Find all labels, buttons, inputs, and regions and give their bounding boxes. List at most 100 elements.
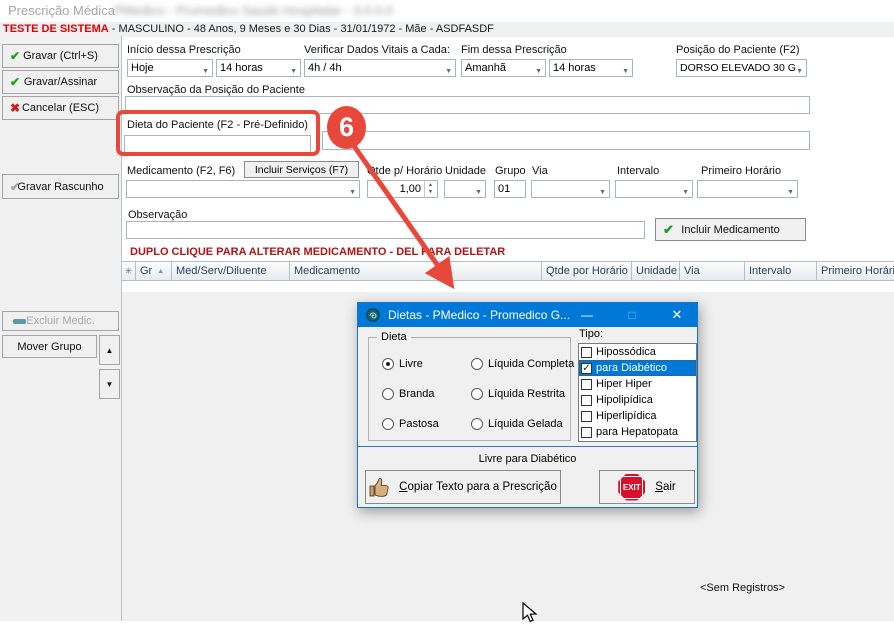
grid-marker-column-header[interactable]: ✳: [122, 262, 136, 280]
grid-column-medicamento[interactable]: Medicamento: [290, 262, 542, 280]
page-title: Prescrição Médica: [8, 3, 115, 18]
exit-button[interactable]: EXIT Sair: [599, 470, 695, 504]
type-list-label: Tipo:: [579, 328, 603, 340]
radio-liquida-restrita[interactable]: Líquida Restrita: [471, 387, 565, 401]
patient-diet-label: Dieta do Paciente (F2 - Pré-Definido): [127, 119, 308, 131]
asterisk-icon: ✳: [125, 266, 133, 277]
end-day-value: Amanhã: [465, 62, 506, 74]
patient-position-select[interactable]: DORSO ELEVADO 30 G ▼: [676, 59, 807, 77]
stepper-arrows[interactable]: ▲▼: [424, 181, 436, 197]
medication-label: Medicamento (F2, F6): [127, 165, 235, 177]
interval-select[interactable]: ▼: [615, 180, 693, 198]
radio-button-icon: [382, 358, 394, 370]
column-label: Qtde por Horário: [546, 265, 628, 277]
save-draft-button-label: Gravar Rascunho: [17, 181, 103, 193]
chevron-down-icon: ▼: [475, 185, 482, 198]
move-group-button[interactable]: Mover Grupo: [2, 335, 97, 358]
minimize-button[interactable]: —: [572, 303, 602, 327]
chevron-down-icon: ▼: [599, 185, 606, 198]
move-up-button[interactable]: ▲: [99, 335, 120, 365]
include-medication-button[interactable]: ✔ Incluir Medicamento: [655, 218, 806, 241]
save-button[interactable]: ✔ Gravar (Ctrl+S): [2, 44, 119, 68]
dialog-separator: [358, 446, 697, 447]
group-label: Grupo: [495, 165, 526, 177]
chevron-down-icon: ▼: [622, 64, 629, 77]
start-day-select[interactable]: Hoje ▼: [127, 59, 213, 77]
medication-select[interactable]: ▼: [126, 180, 360, 198]
cancel-button[interactable]: ✖ Cancelar (ESC): [2, 96, 119, 120]
end-day-select[interactable]: Amanhã ▼: [461, 59, 546, 77]
patient-diet-description-input[interactable]: [322, 131, 810, 150]
pmedico-logo-icon: [366, 308, 380, 322]
save-sign-button-label: Gravar/Assinar: [24, 76, 97, 88]
type-item-para-hepatopata[interactable]: para Hepatopata: [579, 424, 696, 440]
delete-medication-button[interactable]: Excluir Medic.: [2, 311, 119, 331]
green-check-icon: ✔: [10, 76, 20, 88]
first-time-select[interactable]: ▼: [697, 180, 798, 198]
exit-stop-icon: EXIT: [618, 474, 645, 501]
radio-pastosa[interactable]: Pastosa: [382, 417, 439, 431]
mouse-cursor-icon: [522, 602, 540, 624]
patient-position-label: Posição do Paciente (F2): [676, 44, 800, 56]
include-services-label: Incluir Serviços (F7): [255, 164, 348, 176]
save-sign-button[interactable]: ✔ Gravar/Assinar: [2, 70, 119, 94]
radio-button-icon: [471, 388, 483, 400]
route-label: Via: [532, 165, 548, 177]
grey-check-icon: ✔: [10, 181, 20, 193]
grid-column-primeiro-horario[interactable]: Primeiro Horário: [817, 262, 894, 280]
note-input[interactable]: [126, 221, 645, 239]
route-select[interactable]: ▼: [531, 180, 610, 198]
chevron-down-icon: ▼: [445, 64, 452, 77]
radio-liquida-gelada[interactable]: Líquida Gelada: [471, 417, 563, 431]
checkbox-icon: [581, 427, 592, 438]
type-item-hipolipidica[interactable]: Hipolipídica: [579, 392, 696, 408]
window-titlebar: Prescrição Médica PMedico - Promedico Sa…: [0, 0, 894, 22]
diet-selection-summary: Livre para Diabético: [358, 453, 697, 465]
dialog-titlebar[interactable]: Dietas - PMedico - Promedico G... — □ ✕: [358, 303, 697, 327]
patient-diet-input[interactable]: [124, 135, 311, 153]
thumbs-up-icon: [369, 475, 391, 499]
grid-column-med-serv-diluente[interactable]: Med/Serv/Diluente: [172, 262, 290, 280]
sort-ascending-icon: ▲: [157, 268, 164, 275]
save-draft-button[interactable]: ✔ Gravar Rascunho: [2, 174, 119, 199]
unit-select[interactable]: ▼: [444, 180, 486, 198]
start-time-select[interactable]: 14 horas ▼: [216, 59, 301, 77]
type-item-hipossodica[interactable]: Hipossódica: [579, 344, 696, 360]
quantity-stepper[interactable]: 1,00 ▲▼: [367, 180, 438, 198]
copy-text-label: Copiar Texto para a Prescrição: [399, 481, 557, 493]
grid-column-via[interactable]: Via: [680, 262, 745, 280]
radio-liquida-completa[interactable]: Líquida Completa: [471, 357, 574, 371]
type-item-para-diabetico[interactable]: ✓ para Diabético: [579, 360, 696, 376]
grid-column-gr[interactable]: Gr ▲: [136, 262, 172, 280]
green-check-icon: ✔: [10, 50, 20, 62]
grid-column-intervalo[interactable]: Intervalo: [745, 262, 817, 280]
radio-branda[interactable]: Branda: [382, 387, 434, 401]
end-time-select[interactable]: 14 horas ▼: [549, 59, 633, 77]
column-label: Via: [684, 265, 700, 277]
position-note-input[interactable]: [125, 96, 810, 114]
move-down-button[interactable]: ▼: [99, 369, 120, 399]
maximize-button[interactable]: □: [617, 303, 647, 327]
grid-column-qtde[interactable]: Qtde por Horário: [542, 262, 632, 280]
type-item-label: para Hepatopata: [596, 426, 678, 438]
type-item-hiper-hiper[interactable]: Hiper Hiper: [579, 376, 696, 392]
radio-label: Livre: [399, 358, 423, 370]
qty-per-time-label: Qtde p/ Horário: [367, 165, 442, 177]
note-label: Observação: [128, 209, 187, 221]
vitals-interval-select[interactable]: 4h / 4h ▼: [304, 59, 456, 77]
grid-warning-text: DUPLO CLIQUE PARA ALTERAR MEDICAMENTO - …: [130, 246, 505, 258]
type-item-label: Hiper Hiper: [596, 378, 652, 390]
grid-column-unidade[interactable]: Unidade: [632, 262, 680, 280]
radio-livre[interactable]: Livre: [382, 357, 423, 371]
chevron-down-icon: ▼: [682, 185, 689, 198]
interval-label: Intervalo: [617, 165, 659, 177]
chevron-down-icon: ▼: [535, 64, 542, 77]
copy-text-button[interactable]: Copiar Texto para a Prescrição: [365, 470, 561, 504]
close-button[interactable]: ✕: [662, 303, 692, 327]
diet-group-label: Dieta: [377, 331, 411, 343]
include-medication-label: Incluir Medicamento: [681, 224, 779, 236]
type-item-hiperlipidica[interactable]: Hiperlipídica: [579, 408, 696, 424]
group-input[interactable]: [494, 180, 526, 198]
include-services-button[interactable]: Incluir Serviços (F7): [244, 161, 359, 178]
green-check-icon: ✔: [663, 223, 674, 236]
